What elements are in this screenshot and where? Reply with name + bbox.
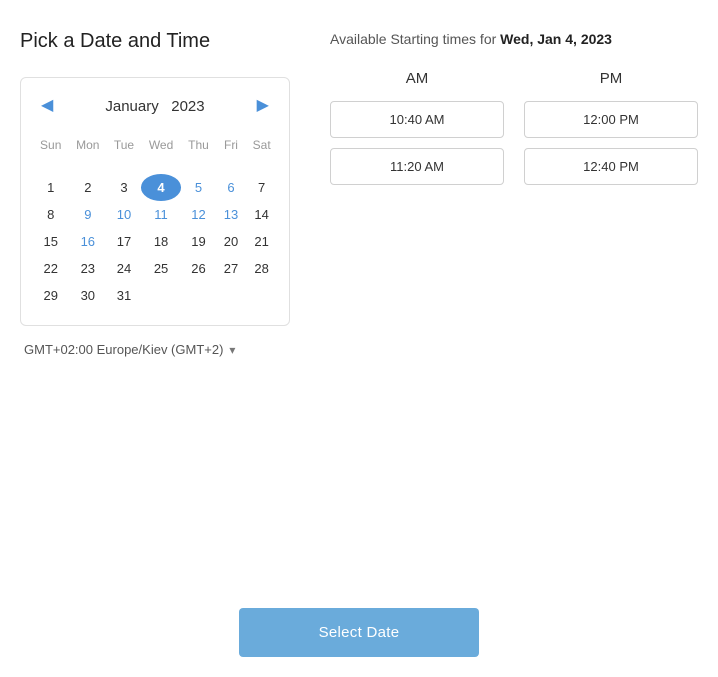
calendar-body: 1234567891011121314151617181920212223242… [33, 162, 277, 309]
select-date-button[interactable]: Select Date [239, 608, 480, 657]
calendar-day [181, 282, 215, 309]
calendar-day[interactable]: 31 [107, 282, 141, 309]
calendar-day [216, 162, 247, 174]
calendar-week-row: 1234567 [33, 174, 277, 201]
calendar-day[interactable]: 15 [33, 228, 68, 255]
calendar-day[interactable]: 8 [33, 201, 68, 228]
calendar-day[interactable]: 25 [141, 255, 182, 282]
calendar-day[interactable]: 6 [216, 174, 247, 201]
calendar-grid: SunMonTueWedThuFriSat 123456789101112131… [33, 134, 277, 309]
calendar-week-row: 891011121314 [33, 201, 277, 228]
calendar-week-row: 15161718192021 [33, 228, 277, 255]
calendar-day[interactable]: 24 [107, 255, 141, 282]
am-column: AM 10:40 AM 11:20 AM [330, 70, 504, 195]
calendar-day [68, 162, 107, 174]
weekday-fri: Fri [216, 134, 247, 162]
calendar-box: ◀ January 2023 ▶ SunMonTueWedThuFriSat 1… [20, 77, 290, 326]
calendar-day[interactable]: 19 [181, 228, 215, 255]
calendar-day[interactable]: 21 [246, 228, 277, 255]
time-header-prefix: Available Starting times for [330, 31, 500, 47]
timezone-selector[interactable]: GMT+02:00 Europe/Kiev (GMT+2) ▾ [20, 342, 290, 357]
calendar-week-row [33, 162, 277, 174]
calendar-day[interactable]: 2 [68, 174, 107, 201]
calendar-day[interactable]: 5 [181, 174, 215, 201]
calendar-day[interactable]: 1 [33, 174, 68, 201]
calendar-day[interactable]: 12 [181, 201, 215, 228]
am-slots: 10:40 AM 11:20 AM [330, 101, 504, 185]
calendar-day [33, 162, 68, 174]
calendar-day[interactable]: 7 [246, 174, 277, 201]
pm-slots: 12:00 PM 12:40 PM [524, 101, 698, 185]
footer: Select Date [0, 588, 718, 677]
calendar-day [141, 162, 182, 174]
calendar-section: Pick a Date and Time ◀ January 2023 ▶ Su… [20, 30, 290, 357]
calendar-day[interactable]: 9 [68, 201, 107, 228]
prev-month-button[interactable]: ◀ [33, 94, 61, 118]
time-columns: AM 10:40 AM 11:20 AM PM 12:00 PM 12:40 PM [330, 70, 698, 195]
calendar-month: January [105, 98, 158, 115]
calendar-day[interactable]: 28 [246, 255, 277, 282]
calendar-year: 2023 [171, 98, 204, 115]
am-time-slot[interactable]: 11:20 AM [330, 148, 504, 185]
weekday-wed: Wed [141, 134, 182, 162]
calendar-day[interactable]: 13 [216, 201, 247, 228]
timezone-text: GMT+02:00 Europe/Kiev (GMT+2) [24, 342, 223, 357]
time-section: Available Starting times for Wed, Jan 4,… [330, 30, 698, 357]
calendar-day[interactable]: 18 [141, 228, 182, 255]
next-month-button[interactable]: ▶ [249, 94, 277, 118]
weekday-sun: Sun [33, 134, 68, 162]
calendar-day[interactable]: 23 [68, 255, 107, 282]
calendar-day[interactable]: 16 [68, 228, 107, 255]
calendar-nav: ◀ January 2023 ▶ [33, 94, 277, 118]
timezone-dropdown-icon: ▾ [229, 343, 235, 357]
am-time-slot[interactable]: 10:40 AM [330, 101, 504, 138]
pm-column: PM 12:00 PM 12:40 PM [524, 70, 698, 195]
calendar-day[interactable]: 20 [216, 228, 247, 255]
pm-time-slot[interactable]: 12:00 PM [524, 101, 698, 138]
calendar-day[interactable]: 14 [246, 201, 277, 228]
pm-time-slot[interactable]: 12:40 PM [524, 148, 698, 185]
calendar-day[interactable]: 27 [216, 255, 247, 282]
calendar-day[interactable]: 17 [107, 228, 141, 255]
calendar-day[interactable]: 30 [68, 282, 107, 309]
calendar-day [216, 282, 247, 309]
calendar-day [246, 162, 277, 174]
calendar-day [107, 162, 141, 174]
calendar-month-year: January 2023 [105, 98, 204, 115]
time-section-header: Available Starting times for Wed, Jan 4,… [330, 30, 698, 50]
calendar-week-row: 293031 [33, 282, 277, 309]
weekday-thu: Thu [181, 134, 215, 162]
calendar-day[interactable]: 10 [107, 201, 141, 228]
calendar-day [181, 162, 215, 174]
pm-column-header: PM [524, 70, 698, 87]
selected-date-label: Wed, Jan 4, 2023 [500, 31, 612, 47]
calendar-day[interactable]: 29 [33, 282, 68, 309]
page-title: Pick a Date and Time [20, 30, 290, 53]
weekday-sat: Sat [246, 134, 277, 162]
calendar-day[interactable]: 11 [141, 201, 182, 228]
calendar-week-row: 22232425262728 [33, 255, 277, 282]
calendar-day [141, 282, 182, 309]
weekday-mon: Mon [68, 134, 107, 162]
am-column-header: AM [330, 70, 504, 87]
calendar-day[interactable]: 26 [181, 255, 215, 282]
calendar-day[interactable]: 4 [141, 174, 182, 201]
calendar-day [246, 282, 277, 309]
weekday-tue: Tue [107, 134, 141, 162]
weekday-header-row: SunMonTueWedThuFriSat [33, 134, 277, 162]
calendar-day[interactable]: 22 [33, 255, 68, 282]
calendar-day[interactable]: 3 [107, 174, 141, 201]
